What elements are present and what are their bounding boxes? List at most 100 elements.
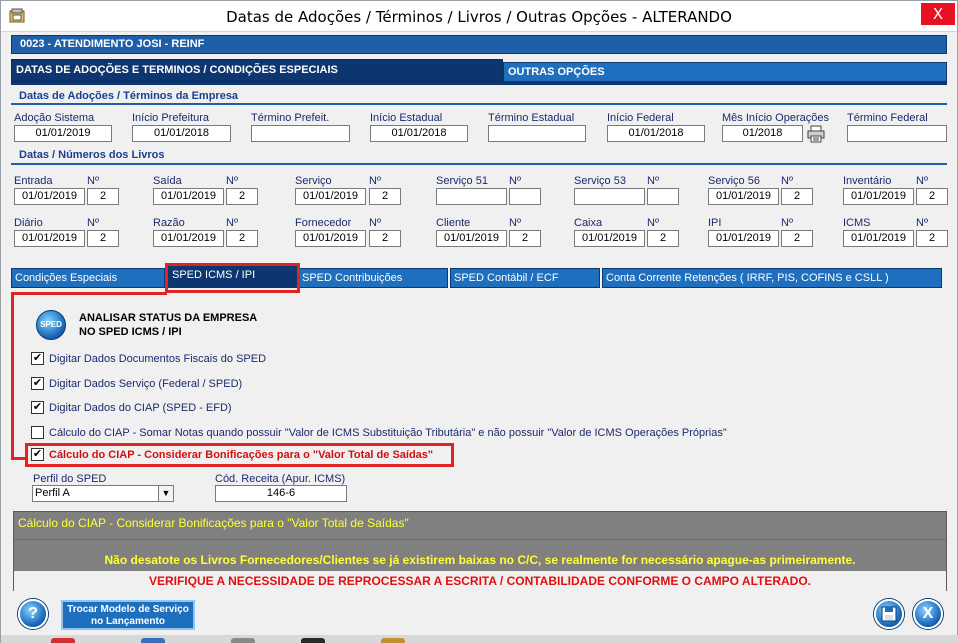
label-fornecedor: Fornecedor	[295, 217, 352, 229]
checkbox-docs-fiscais[interactable]: ✔	[31, 351, 44, 365]
analisar-status-label[interactable]: ANALISAR STATUS DA EMPRESA NO SPED ICMS …	[79, 311, 257, 339]
checkbox-ciap-somar-notas[interactable]	[31, 425, 44, 439]
field-inventario-num[interactable]: 2	[916, 188, 948, 205]
section-divider	[11, 163, 947, 165]
subtab-sped-contribuicoes[interactable]: SPED Contribuições	[298, 268, 448, 288]
section-title-livros: Datas / Números dos Livros	[19, 149, 165, 161]
status-warning-livros: Não desatote os Livros Fornecedores/Clie…	[104, 553, 856, 567]
field-servico-data[interactable]: 01/01/2019	[295, 188, 366, 205]
help-button[interactable]: ?	[18, 599, 48, 629]
field-razao-num[interactable]: 2	[226, 230, 258, 247]
close-window-button[interactable]: X	[921, 3, 955, 25]
annotation-connector	[11, 457, 25, 460]
checkbox-ciap-bonificacoes[interactable]: ✔	[31, 447, 44, 461]
field-cliente-num[interactable]: 2	[509, 230, 541, 247]
section-title-adocoes: Datas de Adoções / Términos da Empresa	[19, 90, 239, 102]
annotation-connector	[11, 292, 14, 460]
field-cod-receita[interactable]: 146-6	[215, 485, 347, 502]
label-num: Nº	[369, 217, 381, 229]
field-entrada-num[interactable]: 2	[87, 188, 119, 205]
check-row-docs-fiscais[interactable]: ✔ Digitar Dados Documentos Fiscais do SPE…	[31, 351, 266, 368]
label-inicio-federal: Início Federal	[607, 112, 674, 124]
label-num: Nº	[509, 175, 521, 187]
field-inicio-prefeitura[interactable]: 01/01/2018	[132, 125, 231, 142]
field-inventario-data[interactable]: 01/01/2019	[843, 188, 914, 205]
field-caixa-data[interactable]: 01/01/2019	[574, 230, 645, 247]
field-entrada-data[interactable]: 01/01/2019	[14, 188, 85, 205]
label-inicio-estadual: Início Estadual	[370, 112, 443, 124]
check-row-dados-servico[interactable]: ✔ Digitar Dados Serviço (Federal / SPED)	[31, 376, 242, 393]
tab-datas-adocoes[interactable]: DATAS DE ADOÇÕES E TERMINOS / CONDIÇÕES …	[11, 59, 503, 82]
taskbar-item[interactable]	[141, 638, 165, 643]
label-num: Nº	[87, 217, 99, 229]
field-termino-prefeit[interactable]	[251, 125, 350, 142]
label-perfil-sped: Perfil do SPED	[33, 473, 107, 485]
taskbar-item[interactable]	[301, 638, 325, 643]
field-servico-51-num[interactable]	[509, 188, 541, 205]
field-servico-num[interactable]: 2	[369, 188, 401, 205]
analisar-line-1: ANALISAR STATUS DA EMPRESA	[79, 312, 258, 324]
chevron-down-icon[interactable]: ▼	[158, 486, 173, 501]
exit-button[interactable]: X	[913, 599, 943, 629]
trocar-modelo-servico-button[interactable]: Trocar Modelo de Serviço no Lançamento	[61, 600, 195, 630]
field-termino-federal[interactable]	[847, 125, 947, 142]
field-diario-num[interactable]: 2	[87, 230, 119, 247]
perfil-sped-select[interactable]: Perfil A ▼	[32, 485, 174, 502]
check-label: Cálculo do CIAP - Somar Notas quando pos…	[49, 427, 727, 440]
field-servico-53-data[interactable]	[574, 188, 645, 205]
label-num: Nº	[226, 175, 238, 187]
field-cliente-data[interactable]: 01/01/2019	[436, 230, 507, 247]
field-fornecedor-num[interactable]: 2	[369, 230, 401, 247]
label-num: Nº	[509, 217, 521, 229]
field-ipi-data[interactable]: 01/01/2019	[708, 230, 779, 247]
sped-status-icon[interactable]: SPED	[36, 310, 66, 340]
field-ipi-num[interactable]: 2	[781, 230, 813, 247]
field-diario-data[interactable]: 01/01/2019	[14, 230, 85, 247]
printer-icon[interactable]	[807, 125, 825, 143]
check-row-ciap-somar-notas[interactable]: Cálculo do CIAP - Somar Notas quando pos…	[31, 425, 727, 442]
label-cliente: Cliente	[436, 217, 471, 229]
main-window: Datas de Adoções / Términos / Livros / O…	[0, 0, 958, 643]
title-bar: Datas de Adoções / Términos / Livros / O…	[1, 1, 957, 32]
taskbar-item[interactable]	[381, 638, 405, 643]
field-mes-inicio-operacoes[interactable]: 01/2018	[722, 125, 803, 142]
subtab-sped-contabil-ecf[interactable]: SPED Contábil / ECF	[450, 268, 600, 288]
field-fornecedor-data[interactable]: 01/01/2019	[295, 230, 366, 247]
subtab-conta-corrente-retencoes[interactable]: Conta Corrente Retenções ( IRRF, PIS, CO…	[602, 268, 942, 288]
check-label: Cálculo do CIAP - Considerar Bonificaçõe…	[49, 449, 434, 462]
taskbar-item[interactable]	[231, 638, 255, 643]
check-row-dados-ciap[interactable]: ✔ Digitar Dados do CIAP (SPED - EFD)	[31, 400, 232, 417]
field-icms-num[interactable]: 2	[916, 230, 948, 247]
status-panel: Cálculo do CIAP - Considerar Bonificaçõe…	[13, 511, 947, 591]
status-hint: Cálculo do CIAP - Considerar Bonificaçõe…	[14, 512, 946, 540]
field-servico-56-num[interactable]: 2	[781, 188, 813, 205]
subtab-condicoes-especiais[interactable]: Condições Especiais	[11, 268, 165, 288]
field-icms-data[interactable]: 01/01/2019	[843, 230, 914, 247]
field-servico-53-num[interactable]	[647, 188, 679, 205]
checkbox-dados-servico[interactable]: ✔	[31, 376, 44, 390]
tab-outras-opcoes[interactable]: OUTRAS OPÇÕES	[503, 62, 947, 82]
field-adocao-sistema[interactable]: 01/01/2019	[14, 125, 112, 142]
field-saida-num[interactable]: 2	[226, 188, 258, 205]
field-termino-estadual[interactable]	[488, 125, 586, 142]
label-entrada: Entrada	[14, 175, 53, 187]
label-mes-inicio-operacoes: Mês Início Operações	[722, 112, 829, 124]
label-num: Nº	[781, 217, 793, 229]
taskbar-item[interactable]	[51, 638, 75, 643]
label-num: Nº	[781, 175, 793, 187]
field-servico-51-data[interactable]	[436, 188, 507, 205]
field-servico-56-data[interactable]: 01/01/2019	[708, 188, 779, 205]
label-servico-56: Serviço 56	[708, 175, 760, 187]
label-num: Nº	[226, 217, 238, 229]
label-num: Nº	[647, 217, 659, 229]
field-caixa-num[interactable]: 2	[647, 230, 679, 247]
save-button[interactable]	[874, 599, 904, 629]
field-inicio-federal[interactable]: 01/01/2018	[607, 125, 705, 142]
field-inicio-estadual[interactable]: 01/01/2018	[370, 125, 468, 142]
field-saida-data[interactable]: 01/01/2019	[153, 188, 224, 205]
label-icms: ICMS	[843, 217, 871, 229]
label-inicio-prefeitura: Início Prefeitura	[132, 112, 210, 124]
checkbox-dados-ciap[interactable]: ✔	[31, 400, 44, 414]
field-razao-data[interactable]: 01/01/2019	[153, 230, 224, 247]
check-row-ciap-bonificacoes[interactable]: ✔ Cálculo do CIAP - Considerar Bonificaçõ…	[31, 447, 434, 464]
